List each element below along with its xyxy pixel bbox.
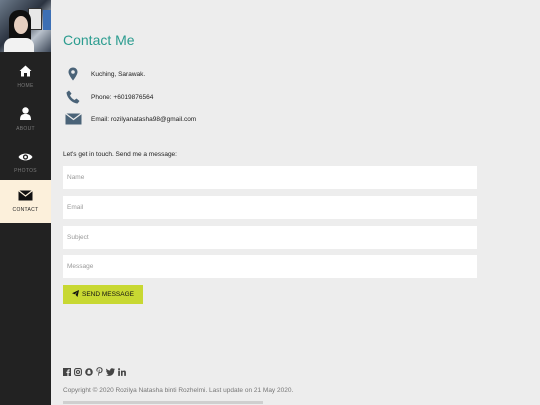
map-marker-icon: [63, 67, 83, 81]
sidebar-item-label: PHOTOS: [14, 167, 37, 174]
user-icon: [20, 107, 31, 120]
page-title: Contact Me: [63, 32, 135, 48]
subject-field[interactable]: [63, 226, 477, 249]
linkedin-icon[interactable]: [118, 367, 126, 376]
sidebar: HOME ABOUT PHOTOS CONTACT: [0, 0, 51, 405]
sidebar-item-label: CONTACT: [12, 207, 39, 213]
sidebar-item-photos[interactable]: PHOTOS: [0, 141, 51, 184]
name-field[interactable]: [63, 166, 477, 189]
instagram-icon[interactable]: [74, 367, 82, 376]
phone-icon: [63, 90, 83, 104]
send-message-label: SEND MESSAGE: [81, 291, 134, 298]
send-message-button[interactable]: SEND MESSAGE: [63, 285, 143, 304]
eye-icon: [18, 152, 33, 162]
facebook-icon[interactable]: [63, 367, 71, 376]
message-field[interactable]: [63, 255, 477, 278]
location-row: Kuching, Sarawak.: [63, 67, 145, 81]
copyright-text: Copyright © 2020 Rozilya Natasha binti R…: [63, 387, 294, 394]
paper-plane-icon: [71, 290, 79, 299]
email-text: Email: rozilyanatasha98@gmail.com: [91, 115, 197, 123]
social-links: [63, 367, 126, 376]
sidebar-item-label: HOME: [17, 82, 34, 89]
avatar: [0, 0, 51, 52]
footer-divider: [63, 401, 263, 405]
sidebar-item-home[interactable]: HOME: [0, 55, 51, 98]
snapchat-icon[interactable]: [85, 367, 93, 376]
envelope-icon: [18, 190, 33, 201]
email-row: Email: rozilyanatasha98@gmail.com: [63, 113, 196, 125]
envelope-icon: [63, 113, 83, 125]
sidebar-item-contact[interactable]: CONTACT: [0, 180, 51, 223]
pinterest-icon[interactable]: [96, 367, 103, 376]
twitter-icon[interactable]: [106, 367, 115, 376]
location-text: Kuching, Sarawak.: [91, 70, 146, 78]
phone-row: Phone: +6019876564: [63, 90, 153, 104]
email-field[interactable]: [63, 196, 477, 219]
sidebar-item-label: ABOUT: [16, 126, 35, 132]
sidebar-item-about[interactable]: ABOUT: [0, 98, 51, 141]
home-icon: [19, 65, 32, 77]
form-intro: Let's get in touch. Send me a message:: [63, 151, 177, 158]
phone-text: Phone: +6019876564: [91, 93, 154, 101]
